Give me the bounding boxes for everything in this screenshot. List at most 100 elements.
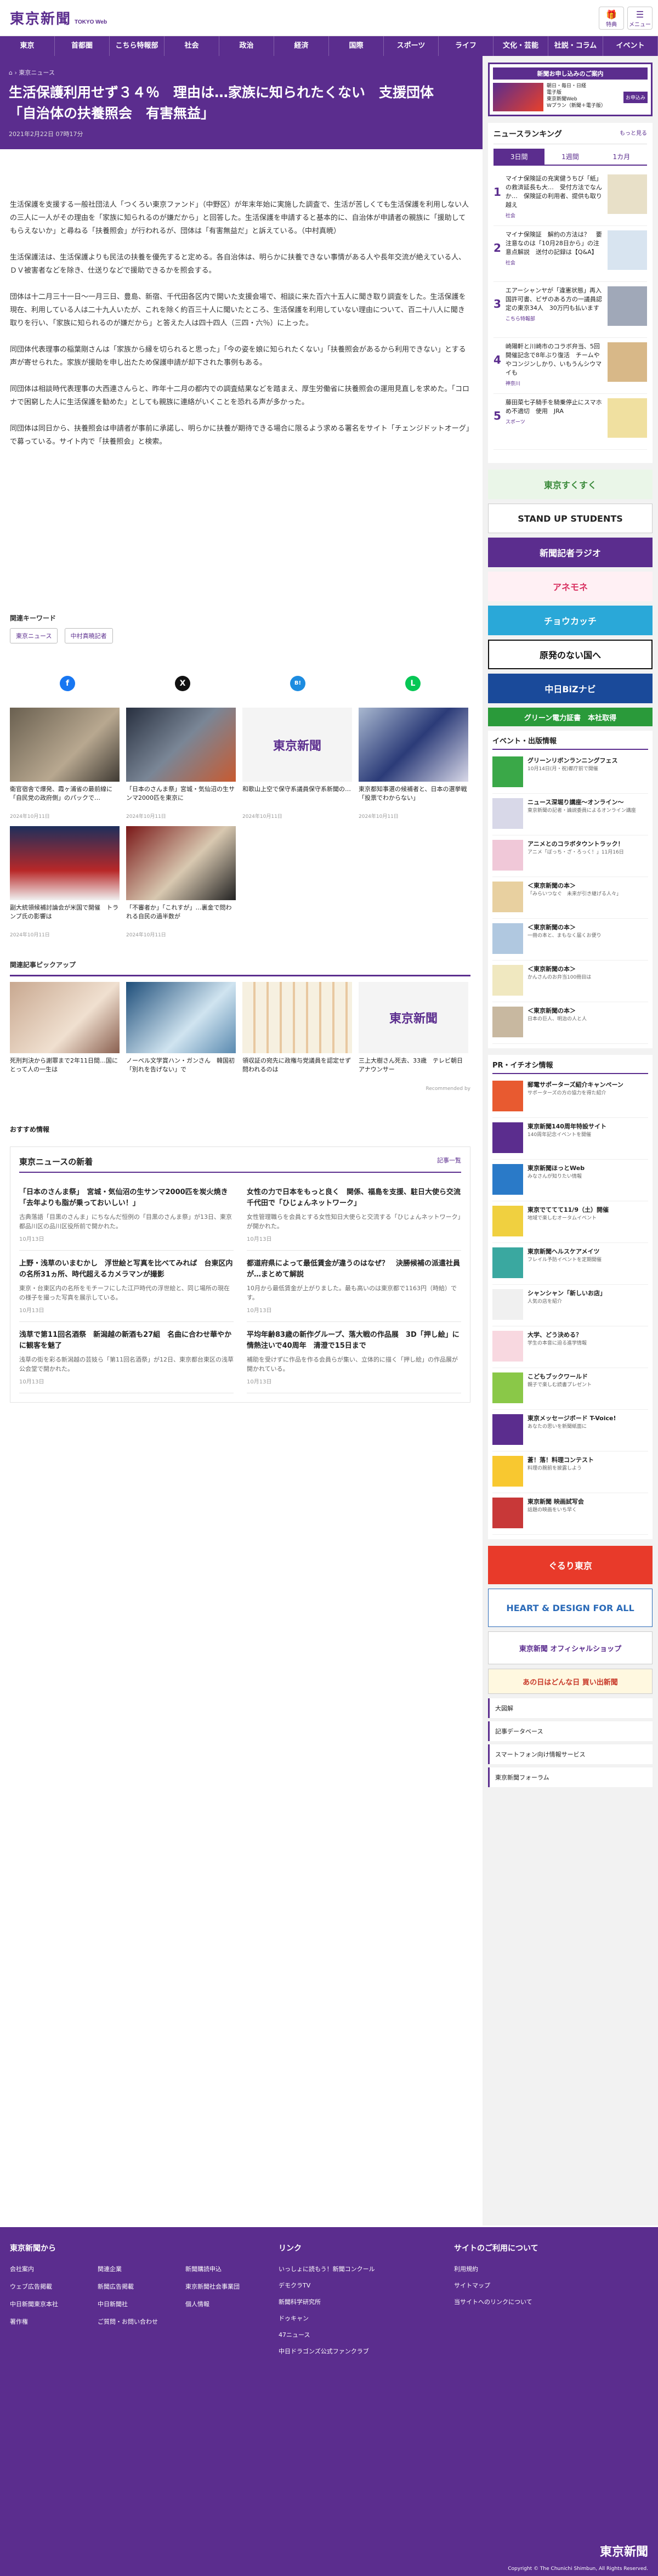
related-card[interactable]: 副大統領候補討論会が米国で開催 トランプ氏の影響は 2024年10月11日 <box>10 826 120 938</box>
ranking-item[interactable]: 3 エアーシャンヤが「違憲状態」再入国許可書、ビザのある方の一議員認定の東京34人… <box>494 282 647 338</box>
nav-item[interactable]: 社説・コラム <box>548 36 603 56</box>
footer-link[interactable]: 当サイトへのリンクについて <box>454 2297 619 2306</box>
pr-item[interactable]: 東京新聞140周年特設サイト 140周年記念イベントを開催 <box>492 1118 648 1160</box>
subscribe-button[interactable]: お申込み <box>623 91 648 103</box>
nav-item[interactable]: 政治 <box>219 36 274 56</box>
nav-item[interactable]: 文化・芸能 <box>494 36 548 56</box>
banner-gururi[interactable]: ぐるり東京 <box>488 1546 653 1584</box>
related-card[interactable]: 東京新聞 和歌山上空で保守系議員保守系新聞の… 2024年10月11日 <box>242 708 352 820</box>
footer-link[interactable]: デモクラTV <box>279 2281 443 2290</box>
footer-link[interactable]: 会社案内 <box>10 2264 87 2273</box>
pr-item[interactable]: 郵電サポーターズ紹介キャンペーン サポーターズの方の協力を得た紹介 <box>492 1076 648 1118</box>
pr-item[interactable]: 東京新聞 映画試写会 話題の映画をいち早く <box>492 1493 648 1535</box>
pr-item[interactable]: こどもブックワールド 親子で楽しむ読書プレゼント <box>492 1368 648 1410</box>
news-item[interactable]: 「日本のさんま祭」 宮城・気仙沼の生サンマ2000匹を炭火焼き 「去年よりも脂が… <box>19 1179 235 1251</box>
pr-item[interactable]: 大学、どう決める？ 学生の本音に迫る進学情報 <box>492 1326 648 1368</box>
footer-link[interactable]: 関連企業 <box>98 2264 174 2273</box>
footer-logo[interactable]: 東京新聞 <box>600 2542 648 2560</box>
line-icon[interactable]: L <box>405 676 421 691</box>
news-item[interactable]: 浅草で第11回名酒祭 新潟越の新酒も27組 名曲に合わせ華やかに観客を魅了 浅草の… <box>19 1322 234 1393</box>
event-item[interactable]: グリーンリボンランニングフェス 10月14日(月・祝)都庁前で開催 <box>492 752 648 794</box>
footer-link[interactable]: 個人情報 <box>185 2300 262 2308</box>
latest-more-link[interactable]: 記事一覧 <box>437 1156 461 1167</box>
tab-3days[interactable]: 3日間 <box>494 149 545 165</box>
pickup-card[interactable]: ノーベル文学賞ハン・ガンさん 韓国初「別れを告げない」で <box>126 982 236 1083</box>
banner-biz[interactable]: 中日BiZナビ <box>488 674 653 703</box>
tab-1week[interactable]: 1週間 <box>544 149 595 165</box>
side-link[interactable]: 記事データベース <box>488 1721 653 1741</box>
keyword-tag[interactable]: 中村真暁記者 <box>64 628 113 643</box>
banner-heart-design[interactable]: HEART & DESIGN FOR ALL <box>488 1589 653 1627</box>
banner-anohi[interactable]: あの日はどんな日 買い出新聞 <box>488 1669 653 1694</box>
nav-item[interactable]: 東京 <box>0 36 55 56</box>
ranking-more-link[interactable]: もっと見る <box>620 128 647 139</box>
nav-item[interactable]: 経済 <box>274 36 329 56</box>
nav-item[interactable]: こちら特報部 <box>110 36 164 56</box>
footer-link[interactable]: 中日ドラゴンズ公式ファンクラブ <box>279 2347 443 2355</box>
footer-link[interactable]: ドゥキャン <box>279 2314 443 2323</box>
news-item[interactable]: 上野・浅草のいまむかし 浮世絵と写真を比べてみれば 台東区内の名所31ヵ所、時代… <box>19 1251 234 1322</box>
ranking-item[interactable]: 5 藤田菜七子騎手を騎乗停止にスマホめ不適切 使用 JRA スポーツ <box>494 394 647 450</box>
banner-standup[interactable]: STAND UP STUDENTS <box>488 504 653 533</box>
nav-item[interactable]: イベント <box>603 36 658 56</box>
side-link[interactable]: 東京新聞フォーラム <box>488 1767 653 1787</box>
nav-item[interactable]: 社会 <box>164 36 219 56</box>
hatena-icon[interactable]: B! <box>290 676 305 691</box>
footer-link[interactable]: ご質問・お問い合わせ <box>98 2317 174 2326</box>
banner-podcast[interactable]: 新聞記者ラジオ <box>488 538 653 567</box>
related-card[interactable]: 「日本のさんま祭」宮城・気仙沼の生サンマ2000匹を東京に 2024年10月11日 <box>126 708 236 820</box>
site-logo[interactable]: 東京新聞 TOKYO Web <box>10 8 107 28</box>
event-item[interactable]: ニュース深堀り講座～オンライン～ 東京新聞の記者・論説委員によるオンライン講座 <box>492 794 648 835</box>
breadcrumb[interactable]: ⌂ › 東京ニュース <box>9 68 474 77</box>
banner-genpatsu[interactable]: 原発のない国へ <box>488 640 653 669</box>
news-item[interactable]: 平均年齢83歳の新作グループ、落大戦の作品展 3D「押し絵」に情熱注いで40周年… <box>247 1322 461 1393</box>
pr-item[interactable]: シャンシャン「新しいお店」 人気の店を紹介 <box>492 1285 648 1326</box>
event-item[interactable]: アニメとのコラボタウントラック！ アニメ「ぼっち・ざ・ろっく！」11月16日 <box>492 835 648 877</box>
news-item[interactable]: 都道府県によって最低賃金が違うのはなぜ？ 決勝候補の派遣社員が…まとめて解説 10… <box>247 1251 461 1322</box>
footer-link[interactable]: 中日新聞東京本社 <box>10 2300 87 2308</box>
subscription-ad[interactable]: 新聞お申し込みのご案内 朝日・毎日・日経 電子版 東京新聞Web Wプラン（新聞… <box>488 63 653 116</box>
side-link[interactable]: 大図解 <box>488 1698 653 1718</box>
ranking-item[interactable]: 4 崎陽軒と川崎市のコラボ弁当、5回開催記念で8年ぶり復活 チームややコンジンしか… <box>494 338 647 394</box>
banner-shop[interactable]: 東京新聞 オフィシャルショップ <box>488 1631 653 1664</box>
nav-item[interactable]: ライフ <box>439 36 494 56</box>
news-item[interactable]: 女性の力で日本をもっと良く 関係、福島を支援、駐日大使ら交流 千代田で「ひじょん… <box>247 1179 468 1251</box>
pr-item[interactable]: 東京メッセージボード T-Voice! あなたの思いを新聞紙面に <box>492 1410 648 1451</box>
footer-link[interactable]: 47ニュース <box>279 2330 443 2339</box>
menu-button[interactable]: ☰ メニュー <box>627 7 653 30</box>
footer-link[interactable]: 利用規約 <box>454 2264 619 2273</box>
related-card[interactable]: 「不審者か」「これすが」…裏金で問われる自民の過半数が 2024年10月11日 <box>126 826 236 938</box>
footer-link[interactable]: ウェブ広告掲載 <box>10 2282 87 2291</box>
pr-item[interactable]: 東京新聞ほっとWeb みなさんが知りたい情報 <box>492 1160 648 1201</box>
pr-item[interactable]: 東京でててて11/9（土）開催 地域で楽しむオータムイベント <box>492 1201 648 1243</box>
footer-link[interactable]: 新聞科学研究所 <box>279 2297 443 2306</box>
footer-link[interactable]: 新聞購読申込 <box>185 2264 262 2273</box>
footer-link[interactable]: 新聞広告掲載 <box>98 2282 174 2291</box>
pr-item[interactable]: 蒼！落！料理コンテスト 料理の腕前を披露しよう <box>492 1451 648 1493</box>
nav-item[interactable]: 国際 <box>329 36 384 56</box>
pickup-card[interactable]: 東京新聞 三上大樹さん死去、33歳 テレビ朝日アナウンサー <box>359 982 468 1083</box>
ranking-item[interactable]: 1 マイナ保険証の充実健うちび「紙」の救済延長も大… 受付方法でなんか… 保険証の… <box>494 170 647 226</box>
facebook-icon[interactable]: f <box>60 676 75 691</box>
pr-item[interactable]: 東京新聞ヘルスケアメイツ フレイル予防イベントを定期開催 <box>492 1243 648 1285</box>
nav-item[interactable]: スポーツ <box>384 36 439 56</box>
related-card[interactable]: 衛官宿舎で爆発、霞ヶ浦省の最前線に「自民党の政府側」のパックで… 2024年10月… <box>10 708 120 820</box>
footer-link[interactable]: 中日新聞社 <box>98 2300 174 2308</box>
banner-green[interactable]: グリーン電力証書 本社取得 <box>488 708 653 726</box>
footer-link[interactable]: サイトマップ <box>454 2281 619 2290</box>
footer-link[interactable]: 東京新聞社会事業団 <box>185 2282 262 2291</box>
banner-sukusuku[interactable]: 東京すくすく <box>488 470 653 499</box>
event-item[interactable]: ＜東京新聞の本＞ かんさんのお弁当100冊目は <box>492 961 648 1002</box>
x-icon[interactable]: X <box>175 676 190 691</box>
nav-item[interactable]: 首都圏 <box>55 36 110 56</box>
side-link[interactable]: スマートフォン向け情報サービス <box>488 1744 653 1764</box>
footer-link[interactable]: いっしょに読もう！新聞コンクール <box>279 2264 443 2273</box>
member-button[interactable]: 🎁 特典 <box>599 7 624 30</box>
tab-1month[interactable]: 1カ月 <box>596 149 647 165</box>
pickup-card[interactable]: 領収証の宛先に政権与党議員を認定せず 問われるのは <box>242 982 352 1083</box>
banner-anemone[interactable]: アネモネ <box>488 572 653 601</box>
related-card[interactable]: 東京都知事選の候補者と、日本の選挙戦「投票でわからない」 2024年10月11日 <box>359 708 468 820</box>
event-item[interactable]: ＜東京新聞の本＞ 「みらいつなぐ 未来が引き継げる人々」 <box>492 877 648 919</box>
event-item[interactable]: ＜東京新聞の本＞ 日本の巨人、明治の人と人 <box>492 1002 648 1044</box>
ranking-item[interactable]: 2 マイナ保険証 解約の方法は？ 要注意なのは「10月28日から」の注意点解説 送… <box>494 226 647 282</box>
